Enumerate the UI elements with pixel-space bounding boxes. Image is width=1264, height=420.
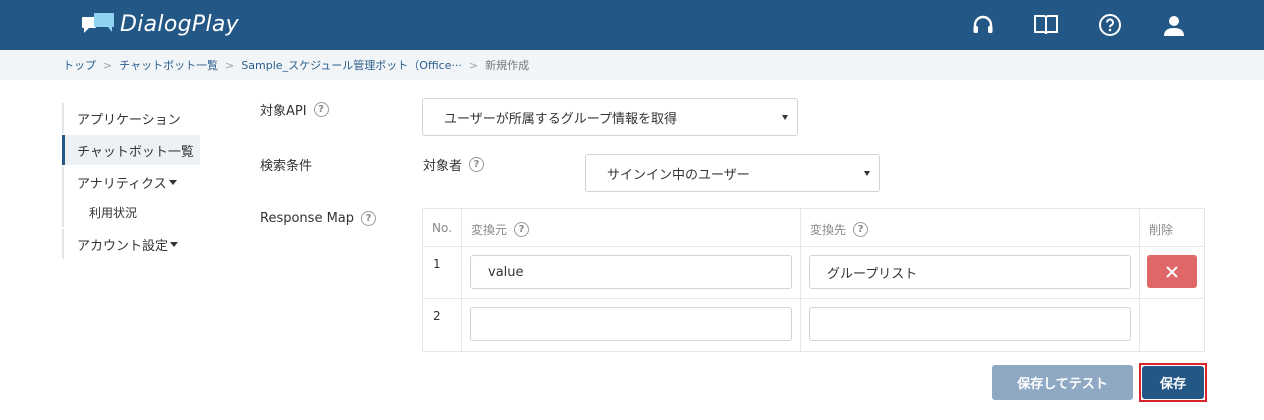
save-and-test-button[interactable]: 保存してテスト [992,365,1133,400]
from-input[interactable] [470,307,792,341]
target-api-label-text: 対象API [260,104,307,119]
target-person-select[interactable]: サインイン中のユーザー [585,154,880,192]
target-api-label: 対象API ? [260,100,329,119]
response-map-label: Response Map ? [260,211,377,226]
help-icon[interactable] [1097,12,1123,38]
nav-application[interactable]: アプリケーション [62,103,200,133]
search-condition-label-text: 検索条件 [260,159,313,174]
target-person-label: 対象者 ? [423,155,485,174]
side-nav: アプリケーション チャットボット一覧 アナリティクス 利用状況 アカウント設定 [62,103,200,259]
nav-analytics[interactable]: アナリティクス [62,167,200,197]
col-header-to-text: 変換先 [810,223,847,237]
row-from-cell [461,298,801,352]
row-to-cell: グループリスト [800,246,1140,299]
save-button[interactable]: 保存 [1142,366,1204,399]
col-header-from: 変換元 ? [461,208,801,247]
col-header-delete-text: 削除 [1149,223,1174,237]
response-map-table: No. 変換元 ? 変換先 ? 削除 1 value グループリスト 2 [422,208,1205,352]
response-map-label-text: Response Map [260,211,355,226]
dropdown-arrow-icon [864,171,870,176]
nav-chatbot-list[interactable]: チャットボット一覧 [62,135,200,165]
to-input[interactable]: グループリスト [809,255,1131,289]
col-header-delete: 削除 [1139,208,1205,247]
col-header-no: No. [422,208,462,247]
nav-application-label: アプリケーション [77,112,181,128]
app-title: DialogPlay [120,11,239,37]
caret-down-icon [168,179,177,185]
headset-icon[interactable] [970,12,996,38]
to-input[interactable] [809,307,1131,341]
breadcrumb-bot[interactable]: Sample_スケジュール管理ボット（Office··· [241,57,462,73]
user-icon[interactable] [1161,12,1187,38]
app-header: DialogPlay [0,0,1264,50]
row-number: 2 [422,298,462,352]
help-icon[interactable]: ? [514,222,530,237]
table-row: 1 value グループリスト [422,246,1205,299]
row-to-cell [800,298,1140,352]
table-row: 2 [422,298,1205,352]
logo[interactable]: DialogPlay [82,11,239,37]
row-from-cell: value [461,246,801,299]
col-header-from-text: 変換元 [471,223,508,237]
breadcrumb: トップ > チャットボット一覧 > Sample_スケジュール管理ボット（Off… [0,50,1264,80]
breadcrumb-separator: > [225,58,235,72]
target-api-select[interactable]: ユーザーが所属するグループ情報を取得 [422,98,798,136]
help-icon[interactable]: ? [313,102,329,117]
target-api-value: ユーザーが所属するグループ情報を取得 [444,111,677,127]
help-icon[interactable]: ? [469,157,485,172]
close-icon [1166,265,1178,278]
breadcrumb-top[interactable]: トップ [63,57,96,73]
table-header-row: No. 変換元 ? 変換先 ? 削除 [422,208,1205,247]
help-icon[interactable]: ? [853,222,869,237]
nav-chatbot-list-label: チャットボット一覧 [77,144,194,160]
caret-down-icon [170,241,179,247]
breadcrumb-current: 新規作成 [485,59,530,72]
from-input-value: value [488,264,524,280]
target-person-label-text: 対象者 [423,159,463,174]
nav-account-label: アカウント設定 [77,238,169,254]
search-condition-label: 検索条件 [260,155,312,174]
breadcrumb-separator: > [468,58,479,72]
dropdown-arrow-icon [782,115,788,120]
col-header-to: 変換先 ? [800,208,1140,247]
breadcrumb-chatbot-list[interactable]: チャットボット一覧 [119,57,218,73]
row-delete-cell [1139,298,1205,352]
nav-analytics-label: アナリティクス [77,176,167,192]
breadcrumb-separator: > [103,58,113,72]
book-icon[interactable] [1033,12,1059,38]
col-header-no-text: No. [432,221,452,235]
help-icon[interactable]: ? [361,211,377,226]
chat-bubbles-icon [82,11,116,37]
to-input-value: グループリスト [827,266,918,282]
row-number: 1 [422,246,462,299]
target-person-value: サインイン中のユーザー [607,167,750,183]
nav-account[interactable]: アカウント設定 [62,229,200,259]
delete-button[interactable] [1147,255,1197,288]
save-label: 保存 [1159,377,1186,392]
save-and-test-label: 保存してテスト [1017,377,1108,392]
from-input[interactable]: value [470,255,792,289]
row-delete-cell [1139,246,1205,299]
nav-usage[interactable]: 利用状況 [62,197,200,227]
nav-usage-label: 利用状況 [89,205,138,220]
